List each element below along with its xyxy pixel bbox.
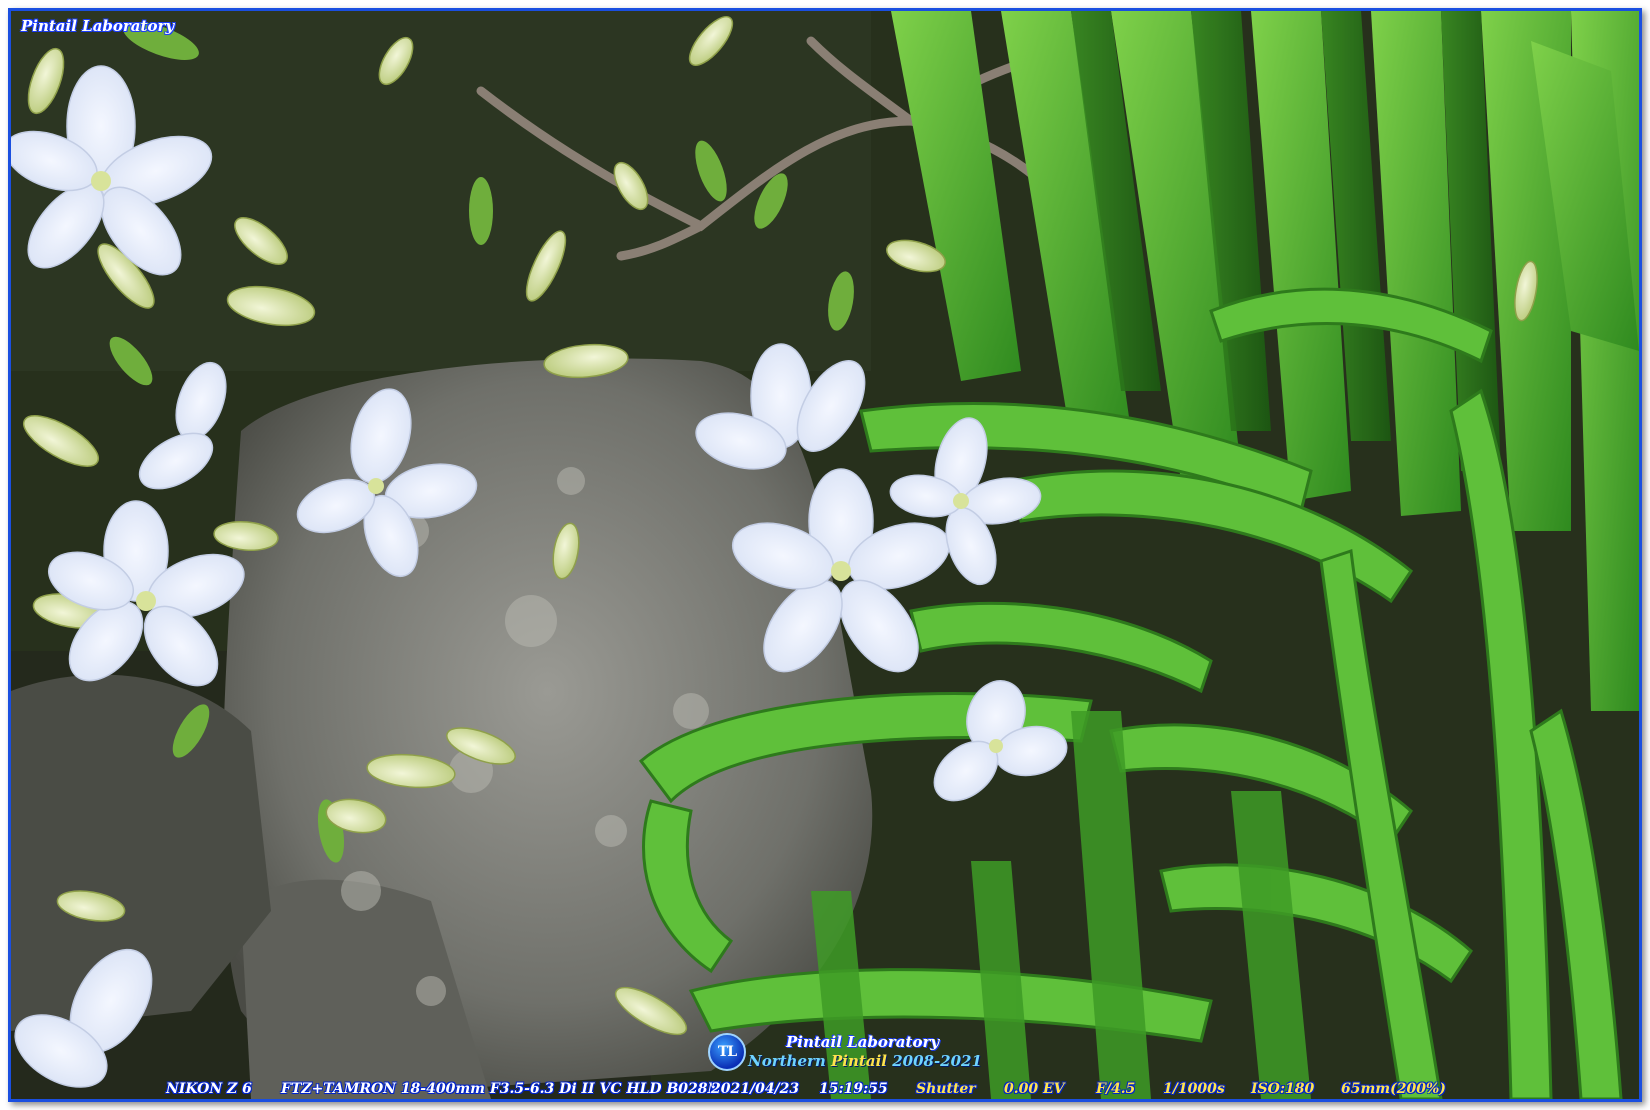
pintail-logo-icon: TL (708, 1033, 746, 1071)
logo-text: TL (717, 1044, 737, 1060)
watermark-line2-a: Northern (748, 1052, 832, 1070)
exif-iso: ISO:180 (1251, 1081, 1315, 1097)
photo-frame: Pintail Laboratory TL Pintail Laboratory… (8, 8, 1642, 1102)
exif-ev: 0.00 EV (1004, 1081, 1065, 1097)
watermark-center-line1: Pintail Laboratory (786, 1033, 940, 1051)
exif-aperture: F/4.5 (1096, 1081, 1136, 1097)
watermark-center-line2: Northern Pintail 2008-2021 (748, 1052, 982, 1071)
exif-time: 15:19:55 (819, 1081, 888, 1097)
exif-bar: NIKON Z 6 FTZ+TAMRON 18-400mm F3.5-6.3 D… (11, 1081, 1639, 1099)
watermark-top-left: Pintail Laboratory (21, 17, 175, 35)
watermark-center: Pintail Laboratory Northern Pintail 2008… (748, 1033, 982, 1071)
exif-camera: NIKON Z 6 (166, 1081, 252, 1097)
exif-mode: Shutter (916, 1081, 976, 1097)
exif-shutter: 1/1000s (1163, 1081, 1225, 1097)
exif-focal: 65mm(200%) (1341, 1081, 1446, 1097)
azalea-photo (11, 11, 1639, 1099)
watermark-line2-b: Pintail (831, 1052, 887, 1070)
exif-lens: FTZ+TAMRON 18-400mm F3.5-6.3 Di II VC HL… (281, 1081, 721, 1097)
exif-date: 2021/04/23 (711, 1081, 800, 1097)
watermark-line2-c: 2008-2021 (886, 1052, 982, 1070)
